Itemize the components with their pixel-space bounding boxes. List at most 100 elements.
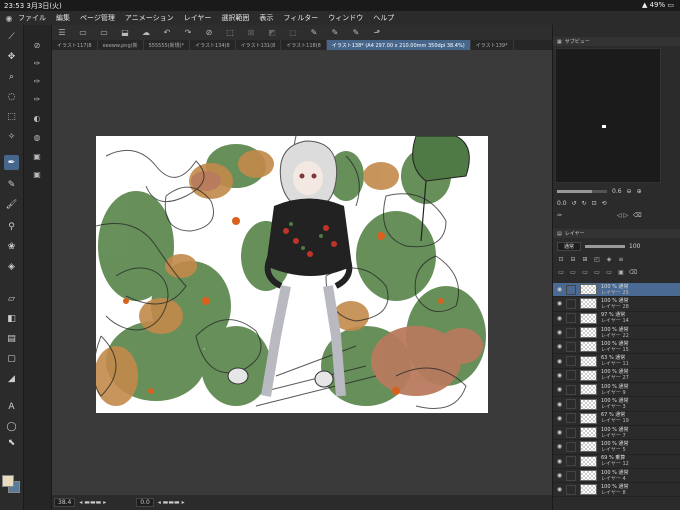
- delete-layer-icon[interactable]: ⌫: [629, 269, 637, 277]
- save-icon[interactable]: ⬓: [119, 28, 131, 38]
- mask-icon[interactable]: ◰: [593, 256, 601, 264]
- layer-lock-toggle[interactable]: [566, 298, 576, 309]
- layer-row[interactable]: ◉ 100 % 通常 レイヤー 7: [553, 426, 680, 441]
- document-tab[interactable]: イラスト131(8: [236, 40, 282, 50]
- zoom-slider[interactable]: ◂ ▬▬▬ ▸: [79, 499, 106, 506]
- layer-lock-toggle[interactable]: [566, 470, 576, 481]
- visibility-eye-icon[interactable]: ◉: [555, 315, 564, 322]
- merge-icon[interactable]: ▭: [605, 269, 613, 277]
- redo-icon[interactable]: ↷: [182, 28, 194, 38]
- layer-lock-toggle[interactable]: [566, 427, 576, 438]
- select-icon[interactable]: ⬚: [4, 109, 19, 124]
- open-file-icon[interactable]: ▭: [98, 28, 110, 38]
- menu-view[interactable]: 表示: [259, 13, 273, 23]
- layer-row[interactable]: ◉ 100 % 通常 レイヤー 4: [553, 469, 680, 484]
- layer-lock-toggle[interactable]: [566, 284, 576, 295]
- subview-display[interactable]: [555, 48, 661, 183]
- document-tab-active[interactable]: イラスト138* (A4 297.00 x 210.00mm 350dpi 38…: [326, 40, 471, 50]
- menu-animation[interactable]: アニメーション: [125, 13, 174, 23]
- fit-icon[interactable]: ⊡: [592, 200, 597, 207]
- layer-lock-toggle[interactable]: [566, 484, 576, 495]
- rotation-field[interactable]: 0.0: [136, 498, 154, 507]
- document-tab[interactable]: イラスト117(8: [52, 40, 98, 50]
- brush-size-icon[interactable]: ✎: [329, 28, 341, 38]
- eraser-icon[interactable]: ▱: [4, 291, 19, 306]
- correct-line-icon[interactable]: ◢: [4, 371, 19, 386]
- clip-icon[interactable]: ⊟: [569, 256, 577, 264]
- menu-edit[interactable]: 編集: [56, 13, 70, 23]
- rotate-right-icon[interactable]: ↻: [582, 200, 587, 207]
- layer-row[interactable]: ◉ 63 % 通常 レイヤー 11: [553, 354, 680, 369]
- sub-tool-icon[interactable]: ⊘: [30, 38, 44, 52]
- visibility-eye-icon[interactable]: ◉: [555, 415, 564, 422]
- layer-row[interactable]: ◉ 100 % 通常 レイヤー 28: [553, 297, 680, 312]
- document-tab[interactable]: イラスト134(8: [190, 40, 236, 50]
- sub-tool-icon[interactable]: ✑: [30, 56, 44, 70]
- layer-row[interactable]: ◉ 97 % 通常 レイヤー 14: [553, 312, 680, 326]
- balloon-icon[interactable]: ◯: [4, 419, 19, 434]
- layer-row[interactable]: ◉ 100 % 通常 レイヤー 22: [553, 326, 680, 341]
- document-tab[interactable]: 555555(新規)*: [144, 40, 191, 50]
- clear-icon[interactable]: ⊘: [203, 28, 215, 38]
- layer-row[interactable]: ◉ 100 % 通常 レイヤー 8: [553, 483, 680, 498]
- cloud-icon[interactable]: ☁: [140, 28, 152, 38]
- layer-row[interactable]: ◉ 100 % 通常 レイヤー 9: [553, 383, 680, 398]
- sub-tool-icon[interactable]: ◍: [30, 130, 44, 144]
- zoom-field[interactable]: 38.4: [54, 498, 76, 507]
- airbrush-icon[interactable]: ⚲: [4, 219, 19, 234]
- pen-settings-icon[interactable]: ✎: [308, 28, 320, 38]
- document-tab[interactable]: イラスト139*: [471, 40, 514, 50]
- layer-row[interactable]: ◉ 69 % 乗算 レイヤー 12: [553, 455, 680, 469]
- sub-tool-icon[interactable]: ▣: [30, 167, 44, 181]
- trash-icon[interactable]: ⌫: [633, 212, 641, 219]
- layer-row[interactable]: ◉ 100 % 通常 レイヤー 27: [553, 369, 680, 384]
- main-color-swatch[interactable]: [2, 475, 14, 487]
- visibility-eye-icon[interactable]: ◉: [555, 443, 564, 450]
- pencil-icon[interactable]: ✎: [4, 177, 19, 192]
- plus-icon[interactable]: ⊕: [637, 188, 642, 195]
- visibility-eye-icon[interactable]: ◉: [555, 401, 564, 408]
- pen-icon[interactable]: ✒: [4, 155, 19, 170]
- blend-mode-select[interactable]: 通常: [557, 242, 582, 251]
- visibility-eye-icon[interactable]: ◉: [555, 286, 564, 293]
- sub-tool-icon[interactable]: ◐: [30, 111, 44, 125]
- visibility-eye-icon[interactable]: ◉: [555, 343, 564, 350]
- opacity-slider[interactable]: [585, 245, 626, 248]
- copy-icon[interactable]: ▭: [593, 269, 601, 277]
- canvas-area[interactable]: [52, 50, 552, 495]
- more-icon[interactable]: ≡: [617, 256, 625, 264]
- lock-icon[interactable]: ⊡: [557, 256, 565, 264]
- operation-icon[interactable]: ⬉: [4, 435, 19, 450]
- eyedropper-icon[interactable]: ✑: [557, 212, 562, 219]
- layer-lock-toggle[interactable]: [566, 356, 576, 367]
- menu-help[interactable]: ヘルプ: [373, 13, 394, 23]
- menu-layer[interactable]: レイヤー: [184, 13, 212, 23]
- ruler-icon[interactable]: ▢: [287, 28, 299, 38]
- layer-row[interactable]: ◉ 67 % 通常 レイヤー 19: [553, 412, 680, 426]
- menu-window[interactable]: ウィンドウ: [328, 13, 363, 23]
- menu-page[interactable]: ページ管理: [80, 13, 115, 23]
- brush-icon[interactable]: 🖌: [4, 197, 19, 212]
- layer-lock-toggle[interactable]: [566, 370, 576, 381]
- layer-lock-toggle[interactable]: [566, 456, 576, 467]
- app-logo-icon[interactable]: ◉: [0, 14, 18, 23]
- minus-icon[interactable]: ⊖: [627, 188, 632, 195]
- export-icon[interactable]: ⬏: [371, 28, 383, 38]
- visibility-eye-icon[interactable]: ◉: [555, 300, 564, 307]
- zoom-icon[interactable]: ⌕: [4, 69, 19, 84]
- fill-icon[interactable]: ◩: [266, 28, 278, 38]
- ref-icon[interactable]: ⊞: [581, 256, 589, 264]
- reset-icon[interactable]: ⟲: [602, 200, 607, 207]
- figure-icon[interactable]: ▢: [4, 351, 19, 366]
- move-icon[interactable]: ✥: [4, 49, 19, 64]
- layer-lock-toggle[interactable]: [566, 341, 576, 352]
- visibility-eye-icon[interactable]: ◉: [555, 358, 564, 365]
- fill-icon[interactable]: ◧: [4, 311, 19, 326]
- layer-lock-toggle[interactable]: [566, 399, 576, 410]
- sub-tool-icon[interactable]: ✑: [30, 74, 44, 88]
- rotate-left-icon[interactable]: ↺: [572, 200, 577, 207]
- new-vector-icon[interactable]: ▭: [569, 269, 577, 277]
- document-tab[interactable]: eeeww.png(新: [98, 40, 144, 50]
- menu-selection[interactable]: 選択範囲: [221, 13, 249, 23]
- layer-row[interactable]: ◉ 100 % 通常 レイヤー 5: [553, 440, 680, 455]
